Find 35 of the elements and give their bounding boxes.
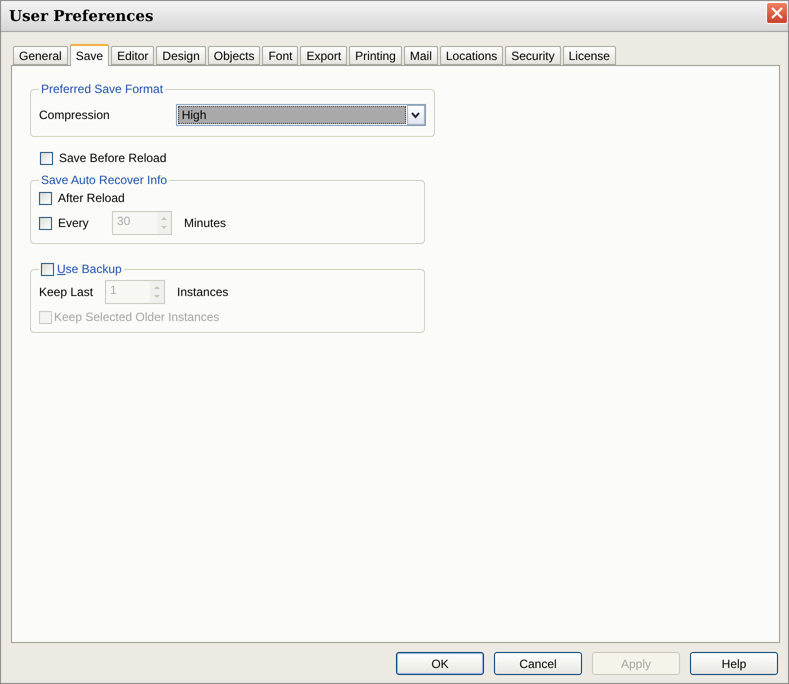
dialog-button[interactable]: Help xyxy=(690,652,778,675)
tab[interactable]: Security xyxy=(505,46,561,65)
unit-label: Minutes xyxy=(184,216,226,230)
checkbox[interactable] xyxy=(39,192,52,204)
close-icon xyxy=(771,7,783,19)
tab[interactable]: Mail xyxy=(404,46,438,65)
checkbox[interactable] xyxy=(41,262,54,276)
tab[interactable]: Export xyxy=(300,46,348,65)
tab[interactable]: Save xyxy=(70,44,110,66)
tab[interactable]: Locations xyxy=(440,46,504,65)
tab[interactable]: Font xyxy=(262,46,298,65)
checkbox-label: Save Before Reload xyxy=(59,151,166,165)
checkbox-label: After Reload xyxy=(58,191,125,205)
window-title: User Preferences xyxy=(9,7,154,25)
unit-label: Instances xyxy=(177,285,228,299)
dialog-button[interactable]: Cancel xyxy=(494,652,582,675)
compression-dropdown[interactable]: High xyxy=(176,104,426,126)
tab[interactable]: General xyxy=(13,46,68,65)
tab[interactable]: Editor xyxy=(111,46,154,65)
group-title: Use Backup xyxy=(57,262,122,276)
group-title: Preferred Save Format xyxy=(40,82,164,96)
tab[interactable]: Printing xyxy=(349,46,402,65)
checkbox-label: Keep Selected Older Instances xyxy=(54,310,220,324)
checkbox[interactable] xyxy=(40,152,53,164)
close-button[interactable] xyxy=(766,2,788,24)
chevron-down-icon xyxy=(411,112,420,118)
checkbox-label: Every xyxy=(58,216,90,230)
tab[interactable]: Objects xyxy=(208,46,260,65)
tab[interactable]: Design xyxy=(156,46,206,65)
field-label: Compression xyxy=(39,108,110,122)
field-label: Keep Last xyxy=(39,285,91,299)
dropdown-button[interactable] xyxy=(406,105,425,125)
dialog-button[interactable]: OK xyxy=(396,652,484,675)
tab[interactable]: License xyxy=(562,46,616,65)
group-title: Save Auto Recover Info xyxy=(40,173,168,187)
